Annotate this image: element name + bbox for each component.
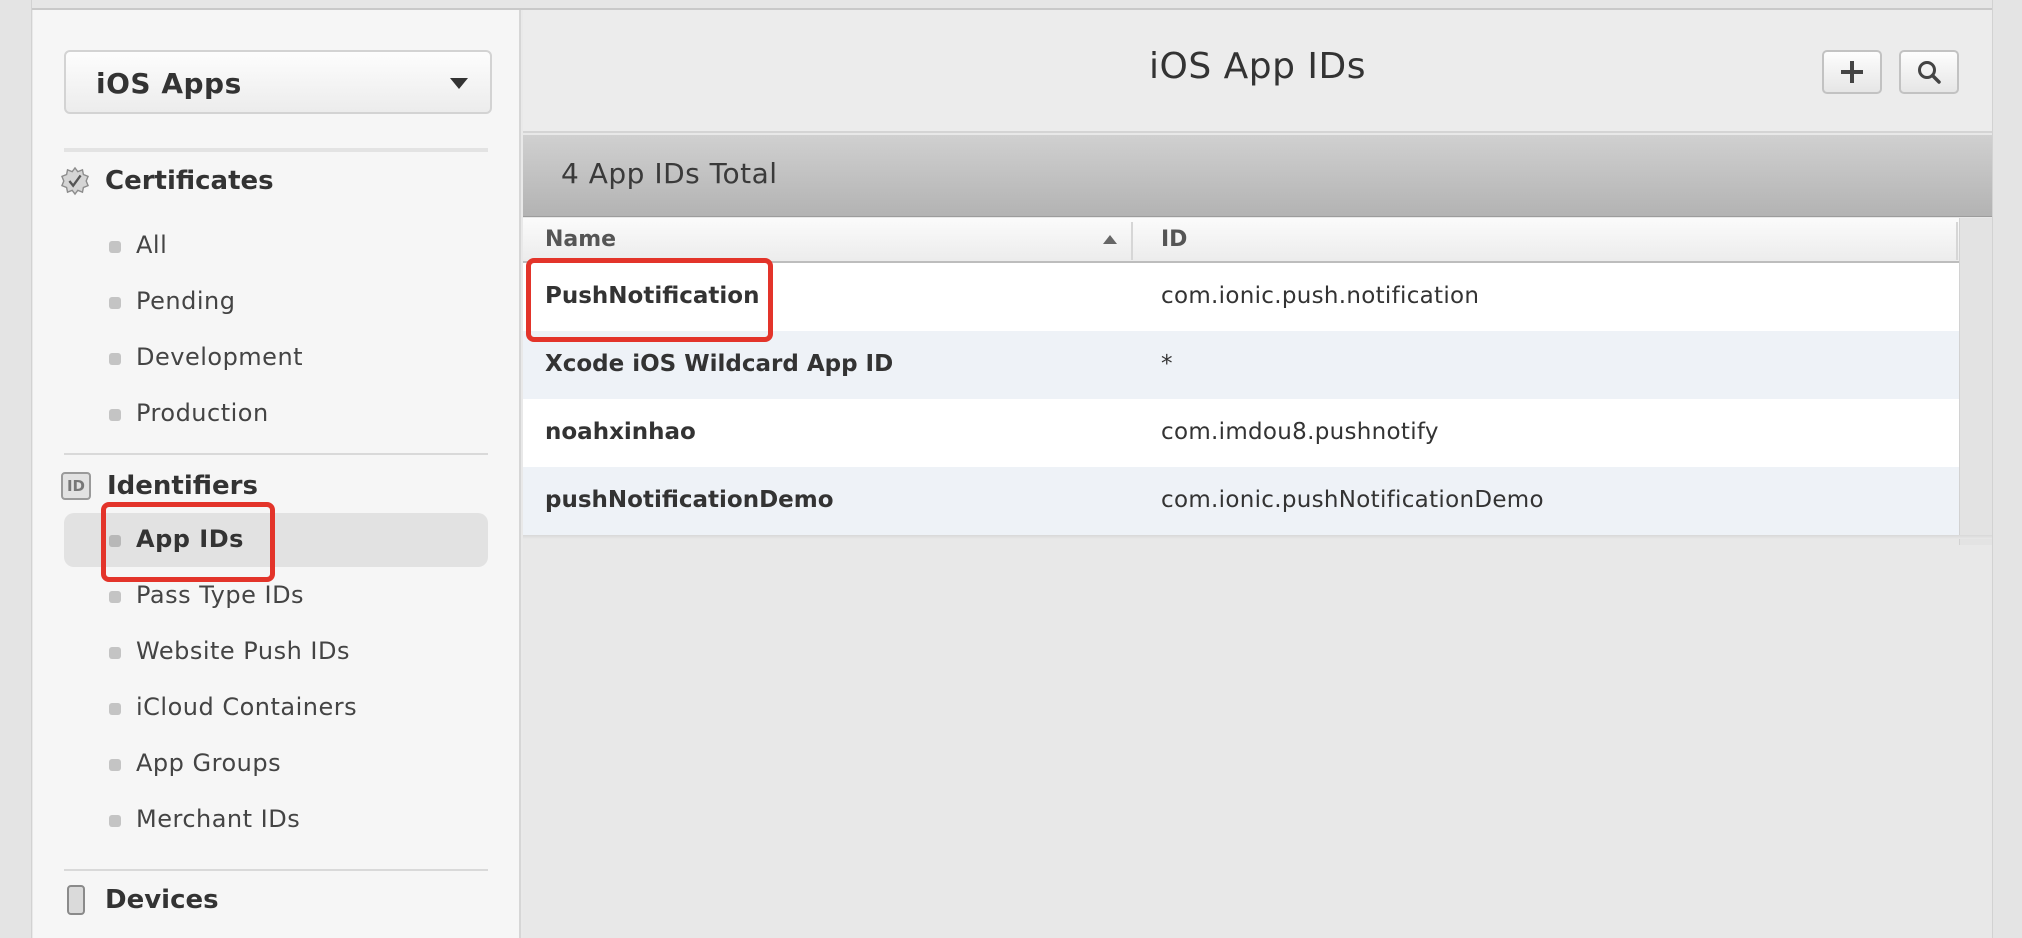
sidebar-item-label: All <box>136 231 168 259</box>
sidebar-item-icloud-containers[interactable]: iCloud Containers <box>64 681 488 735</box>
sidebar-divider <box>64 453 488 455</box>
sidebar-item-app-ids[interactable]: App IDs <box>64 513 488 567</box>
top-strip <box>32 0 1992 10</box>
table-row[interactable]: pushNotificationDemo com.ionic.pushNotif… <box>523 467 1959 535</box>
platform-select[interactable]: iOS Apps <box>64 50 492 114</box>
bullet-icon <box>109 815 121 827</box>
sidebar: iOS Apps Certificates All Pending Develo… <box>33 10 521 938</box>
table-row[interactable]: PushNotification com.ionic.push.notifica… <box>523 263 1959 331</box>
section-devices[interactable]: Devices <box>61 882 219 918</box>
section-title-devices: Devices <box>105 885 219 915</box>
left-gutter <box>0 0 32 938</box>
plus-icon <box>1841 61 1863 83</box>
table-header: Name ID <box>523 218 1959 263</box>
main-panel: iOS App IDs 4 App IDs Total Name ID Push… <box>523 10 1992 938</box>
sidebar-item-label: Website Push IDs <box>136 637 350 665</box>
search-button[interactable] <box>1899 50 1959 94</box>
search-icon <box>1918 61 1941 84</box>
row-name: Xcode iOS Wildcard App ID <box>545 351 894 377</box>
sidebar-item-label: Merchant IDs <box>136 805 301 833</box>
sidebar-item-label: App Groups <box>136 749 282 777</box>
section-identifiers[interactable]: ID Identifiers <box>61 468 258 504</box>
table-bottom-shadow <box>523 535 1992 539</box>
certificate-badge-icon <box>61 166 89 196</box>
row-id: com.ionic.push.notification <box>1161 283 1480 309</box>
section-title-identifiers: Identifiers <box>107 471 258 501</box>
sidebar-item-development[interactable]: Development <box>64 331 488 385</box>
row-id: com.imdou8.pushnotify <box>1161 419 1439 445</box>
totals-bar: 4 App IDs Total <box>523 135 1992 217</box>
bullet-icon <box>109 703 121 715</box>
sidebar-item-label: Pass Type IDs <box>136 581 305 609</box>
sidebar-item-label: iCloud Containers <box>136 693 358 721</box>
row-id: com.ionic.pushNotificationDemo <box>1161 487 1544 513</box>
id-badge-icon: ID <box>61 472 91 500</box>
app-ids-table: Name ID PushNotification com.ionic.push.… <box>523 218 1959 535</box>
sidebar-item-pass-type-ids[interactable]: Pass Type IDs <box>64 569 488 623</box>
column-divider <box>1131 222 1133 260</box>
bullet-icon <box>109 297 121 309</box>
sidebar-item-production[interactable]: Production <box>64 387 488 441</box>
sort-ascending-icon <box>1103 235 1117 244</box>
table-row[interactable]: Xcode iOS Wildcard App ID * <box>523 331 1959 399</box>
column-header-name[interactable]: Name <box>545 218 1105 263</box>
table-row[interactable]: noahxinhao com.imdou8.pushnotify <box>523 399 1959 467</box>
add-button[interactable] <box>1822 50 1882 94</box>
main-header: iOS App IDs <box>523 10 1992 133</box>
bullet-icon <box>109 409 121 421</box>
bullet-icon <box>109 647 121 659</box>
row-name: noahxinhao <box>545 419 696 445</box>
sidebar-item-label: Pending <box>136 287 236 315</box>
table-scroll-edge <box>1959 218 1992 545</box>
sidebar-item-merchant-ids[interactable]: Merchant IDs <box>64 793 488 847</box>
row-id: * <box>1161 351 1173 377</box>
bullet-icon <box>109 241 121 253</box>
bullet-icon <box>109 759 121 771</box>
page-title: iOS App IDs <box>1149 46 1366 87</box>
sidebar-item-pending[interactable]: Pending <box>64 275 488 329</box>
platform-select-value: iOS Apps <box>96 67 242 100</box>
sidebar-item-label: Production <box>136 399 269 427</box>
right-gutter <box>1992 0 2022 938</box>
row-name: PushNotification <box>545 283 760 309</box>
bullet-icon <box>109 591 121 603</box>
total-count-label: 4 App IDs Total <box>561 157 778 190</box>
sidebar-item-all[interactable]: All <box>64 219 488 273</box>
sidebar-item-app-groups[interactable]: App Groups <box>64 737 488 791</box>
bullet-icon <box>109 353 121 365</box>
column-header-id[interactable]: ID <box>1161 218 1941 263</box>
section-title-certificates: Certificates <box>105 166 274 196</box>
column-divider <box>1956 222 1958 260</box>
sidebar-item-website-push-ids[interactable]: Website Push IDs <box>64 625 488 679</box>
sidebar-item-label: Development <box>136 343 304 371</box>
sidebar-item-label: App IDs <box>136 525 244 553</box>
device-icon <box>67 885 85 915</box>
sidebar-divider <box>64 869 488 871</box>
chevron-down-icon <box>450 78 468 89</box>
section-certificates[interactable]: Certificates <box>61 163 274 199</box>
row-name: pushNotificationDemo <box>545 487 834 513</box>
bullet-icon <box>109 535 121 547</box>
sidebar-divider <box>64 148 488 152</box>
